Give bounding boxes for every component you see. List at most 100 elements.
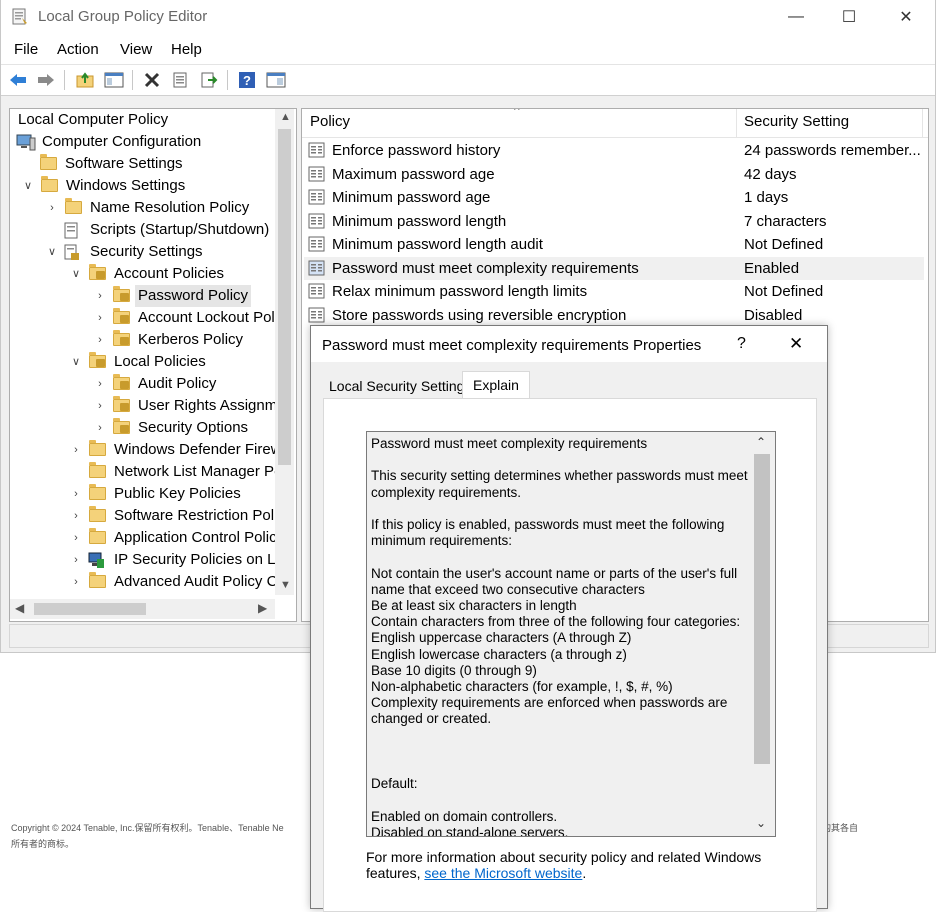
explain-text: Password must meet complexity requiremen… — [371, 436, 751, 837]
forward-arrow-icon[interactable] — [35, 70, 57, 90]
chevron-right-icon[interactable]: › — [94, 329, 106, 351]
tab-explain[interactable]: Explain — [462, 371, 530, 400]
tree-horizontal-scrollbar[interactable]: ◀ ▶ — [10, 599, 275, 619]
tree-item-label: Local Computer Policy — [18, 111, 169, 128]
chevron-down-icon[interactable]: ⌄ — [756, 816, 766, 830]
toolbar-separator — [132, 70, 133, 90]
maximize-button[interactable]: ☐ — [826, 0, 872, 34]
help-icon[interactable]: ? — [236, 70, 258, 90]
chevron-right-icon[interactable]: › — [94, 395, 106, 417]
explain-line: Complexity requirements are enforced whe… — [371, 695, 728, 711]
scroll-left-icon[interactable]: ◀ — [15, 601, 24, 615]
column-divider[interactable] — [922, 109, 923, 137]
chevron-right-icon[interactable]: › — [70, 439, 82, 461]
tree-item-label: Security Settings — [90, 243, 203, 260]
close-button[interactable]: ✕ — [883, 0, 929, 34]
policy-row[interactable]: Relax minimum password length limits Not … — [304, 280, 924, 303]
explain-line: changed or created. — [371, 711, 492, 727]
tree-item-label: Software Restriction Poli — [114, 507, 278, 524]
properties-icon[interactable] — [169, 70, 191, 90]
scroll-thumb[interactable] — [34, 603, 146, 615]
tree-item-label: Account Lockout Pol — [138, 309, 275, 326]
microsoft-website-link[interactable]: see the Microsoft website — [424, 865, 582, 881]
chevron-right-icon[interactable]: › — [94, 373, 106, 395]
copyright-text: Copyright © 2024 Tenable, Inc.保留所有权利。Ten… — [11, 823, 284, 833]
explain-line: English uppercase characters (A through … — [371, 630, 632, 646]
tree-item-label: Public Key Policies — [114, 485, 241, 502]
folder-icon — [40, 154, 57, 170]
chevron-right-icon[interactable]: › — [94, 417, 106, 439]
help-button[interactable]: ? — [737, 335, 746, 353]
explain-line: name that exceed two consecutive charact… — [371, 581, 645, 597]
chevron-down-icon[interactable]: ∨ — [70, 263, 82, 285]
chevron-down-icon[interactable]: ∨ — [70, 351, 82, 373]
chevron-up-icon[interactable]: ⌃ — [756, 435, 766, 449]
policy-row[interactable]: Password must meet complexity requiremen… — [304, 256, 924, 280]
policy-row[interactable]: Minimum password length 7 characters — [304, 210, 924, 233]
policy-setting-value: Disabled — [744, 306, 803, 324]
chevron-right-icon[interactable]: › — [70, 483, 82, 505]
chevron-right-icon[interactable]: › — [94, 307, 106, 329]
back-arrow-icon[interactable] — [7, 70, 29, 90]
explain-line: minimum requirements: — [371, 533, 513, 549]
dialog-close-button[interactable]: ✕ — [789, 334, 803, 354]
explain-text-box[interactable]: Password must meet complexity requiremen… — [366, 431, 776, 837]
chevron-right-icon[interactable]: › — [46, 197, 58, 219]
chevron-right-icon[interactable]: › — [70, 505, 82, 527]
tree-item-label: User Rights Assignm — [138, 397, 278, 414]
chevron-right-icon[interactable]: › — [94, 285, 106, 307]
up-folder-icon[interactable] — [74, 70, 96, 90]
window-title: Local Group Policy Editor — [38, 8, 208, 25]
policy-row[interactable]: Store passwords using reversible encrypt… — [304, 304, 924, 327]
policy-row[interactable]: Maximum password age 42 days — [304, 163, 924, 186]
scroll-up-icon[interactable]: ▲ — [280, 111, 291, 123]
explain-line: Disabled on stand-alone servers. — [371, 824, 569, 837]
show-hide-tree-icon[interactable] — [103, 70, 125, 90]
chevron-right-icon[interactable]: › — [70, 549, 82, 571]
policy-row[interactable]: Enforce password history 24 passwords rem… — [304, 139, 924, 162]
explain-scrollbar[interactable]: ⌃ ⌄ — [751, 432, 773, 836]
svg-text:?: ? — [243, 73, 251, 88]
toolbar-separator — [64, 70, 65, 90]
menu-help[interactable]: Help — [171, 41, 202, 58]
chevron-right-icon[interactable]: › — [70, 527, 82, 549]
scroll-right-icon[interactable]: ▶ — [258, 601, 267, 615]
menu-view[interactable]: View — [120, 41, 152, 58]
lock-folder-icon — [89, 264, 106, 280]
scroll-thumb[interactable] — [278, 129, 291, 465]
menu-file[interactable]: File — [14, 41, 38, 58]
policy-setting-value: Not Defined — [744, 236, 824, 253]
policy-row[interactable]: Minimum password length audit Not Defined — [304, 233, 924, 256]
explain-line: complexity requirements. — [371, 484, 522, 500]
chevron-down-icon[interactable]: ∨ — [22, 175, 34, 197]
toolbar-separator — [227, 70, 228, 90]
tree-item-label: IP Security Policies on Lo — [114, 551, 284, 568]
folder-icon — [89, 572, 106, 588]
explain-line: Not contain the user's account name or p… — [371, 565, 738, 581]
action-pane-icon[interactable] — [265, 70, 287, 90]
scroll-down-icon[interactable]: ▼ — [280, 579, 291, 591]
column-divider[interactable] — [736, 109, 737, 137]
tree-item-label: Local Policies — [114, 353, 206, 370]
tree-item-label: Security Options — [138, 419, 249, 436]
export-list-icon[interactable] — [198, 70, 220, 90]
tree-vertical-scrollbar[interactable]: ▲ ▼ — [275, 109, 294, 595]
folder-icon — [65, 198, 82, 214]
menu-action[interactable]: Action — [57, 41, 99, 58]
explain-line — [371, 452, 751, 468]
explain-line: Default: — [371, 776, 418, 792]
policy-name: Minimum password length — [332, 212, 507, 230]
chevron-right-icon[interactable]: › — [70, 571, 82, 593]
toolbar: ? — [1, 64, 935, 96]
scroll-thumb[interactable] — [754, 454, 770, 764]
delete-icon[interactable] — [141, 70, 163, 90]
column-header-policy[interactable]: Policy — [310, 113, 350, 130]
minimize-button[interactable]: — — [773, 0, 819, 34]
policy-row[interactable]: Minimum password age 1 days — [304, 186, 924, 209]
menu-bar: File Action View Help — [1, 38, 935, 62]
column-header-security-setting[interactable]: Security Setting — [744, 113, 849, 130]
policy-name: Password must meet complexity requiremen… — [332, 259, 639, 277]
lock-folder-icon — [113, 396, 130, 412]
chevron-down-icon[interactable]: ∨ — [46, 241, 58, 263]
tab-local-security-setting[interactable]: Local Security Setting — [323, 374, 471, 399]
